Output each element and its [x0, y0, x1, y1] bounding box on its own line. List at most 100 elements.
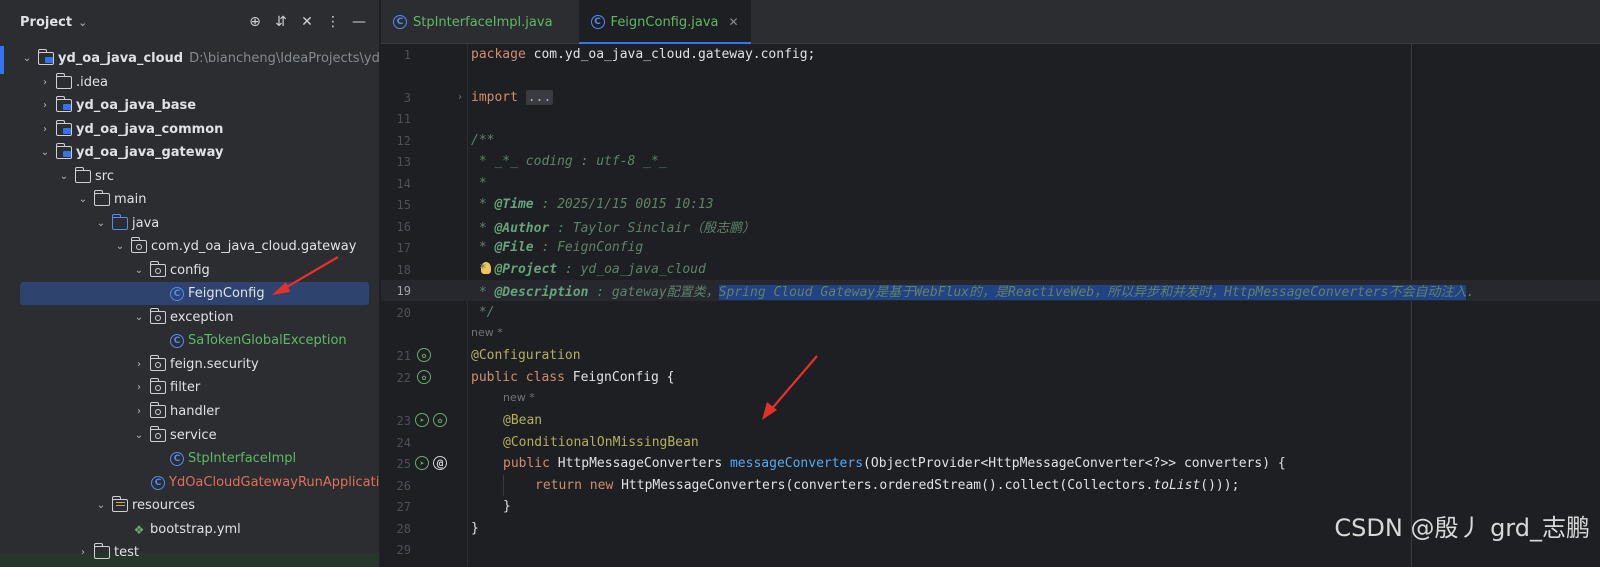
tree-item-root[interactable]: ⌄ yd_oa_java_cloud D:\biancheng\IdeaProj…: [20, 47, 380, 70]
code-text: @Configuration: [471, 348, 581, 363]
code-text: }: [471, 521, 479, 536]
chevron-down-icon[interactable]: ⌄: [57, 171, 71, 182]
package-icon: [150, 308, 166, 324]
code-editor[interactable]: 1 package com.yd_oa_java_cloud.gateway.c…: [381, 44, 1600, 567]
tab-feignconfig[interactable]: C FeignConfig.java ✕: [578, 0, 751, 44]
tree-item-resources[interactable]: ⌄ resources: [94, 494, 195, 517]
close-icon[interactable]: ✕: [729, 15, 739, 29]
line-number: 20: [396, 305, 411, 320]
tree-item-label: yd_oa_java_common: [76, 122, 224, 137]
tree-item-exception[interactable]: ⌄ exception: [132, 306, 234, 329]
annotation-arrow: [272, 256, 339, 295]
tree-item-gateway[interactable]: ⌄ yd_oa_java_gateway: [38, 141, 223, 164]
navigate-icon[interactable]: ➤: [415, 456, 429, 470]
tree-item-label: exception: [170, 310, 234, 325]
tab-label: StpInterfaceImpl.java: [413, 14, 553, 30]
spring-bean-icon[interactable]: ✿: [433, 413, 447, 427]
folder-icon: [56, 73, 72, 89]
tree-item-base[interactable]: › yd_oa_java_base: [38, 94, 196, 117]
tree-item-handler[interactable]: › handler: [132, 400, 220, 423]
tree-item-service[interactable]: ⌄ service: [132, 424, 217, 447]
editor-tabs: C StpInterfaceImpl.java C FeignConfig.ja…: [381, 0, 1600, 44]
folder-icon: [94, 190, 110, 206]
tree-item-common[interactable]: › yd_oa_java_common: [38, 118, 223, 141]
chevron-down-icon[interactable]: ⌄: [132, 430, 146, 441]
at-icon[interactable]: @: [433, 456, 447, 470]
tree-item-path: D:\biancheng\IdeaProjects\yd_oa_j: [189, 51, 380, 66]
locate-icon[interactable]: ⊕: [247, 12, 263, 32]
tab-stpinterfaceimpl[interactable]: C StpInterfaceImpl.java: [381, 0, 565, 44]
navigate-icon[interactable]: ➤: [415, 413, 429, 427]
code-line: 24 @ConditionalOnMissingBean: [381, 432, 1600, 453]
code-line: 18 * @Project : yd_oa_java_cloud: [381, 259, 1600, 280]
line-number: 29: [396, 542, 411, 557]
spring-bean-icon[interactable]: ✿: [417, 370, 431, 384]
tree-item-label: service: [170, 428, 217, 443]
chevron-right-icon[interactable]: ›: [38, 124, 52, 135]
collapse-all-icon[interactable]: ✕: [299, 12, 315, 32]
tree-item-label: yd_oa_java_cloud: [58, 51, 184, 66]
chevron-down-icon[interactable]: ⌄: [38, 147, 52, 158]
code-text: * @Description : gateway配置类，Spring Cloud…: [471, 285, 1475, 300]
spring-bean-icon[interactable]: ✿: [417, 348, 431, 362]
usage-hint[interactable]: new *: [471, 326, 503, 339]
usage-hint[interactable]: new *: [503, 391, 535, 404]
line-number: 14: [396, 176, 411, 191]
tree-item-java[interactable]: ⌄ java: [94, 212, 159, 235]
tree-item-src[interactable]: ⌄ src: [57, 165, 114, 188]
chevron-down-icon[interactable]: ⌄: [76, 194, 90, 205]
code-text: @ConditionalOnMissingBean: [503, 435, 699, 450]
tree-item-label: resources: [132, 498, 196, 513]
chevron-down-icon[interactable]: ⌄: [94, 218, 108, 229]
chevron-down-icon[interactable]: ⌄: [113, 241, 127, 252]
chevron-down-icon[interactable]: ⌄: [20, 53, 34, 64]
chevron-right-icon[interactable]: ›: [38, 77, 52, 88]
chevron-right-icon[interactable]: ›: [132, 406, 146, 417]
code-text: * @Time : 2025/1/15 0015 10:13: [471, 197, 714, 212]
tree-item-label: handler: [170, 404, 220, 419]
chevron-right-icon[interactable]: ›: [76, 547, 90, 558]
tree-item-label: test: [114, 545, 139, 560]
tree-item-test[interactable]: › test: [76, 541, 139, 564]
tree-item-satoken-exception[interactable]: C SaTokenGlobalException: [170, 329, 347, 352]
line-number: 27: [396, 499, 411, 514]
tree-item-label: .idea: [76, 75, 108, 90]
chevron-down-icon[interactable]: ⌄: [78, 16, 87, 29]
chevron-right-icon[interactable]: ›: [132, 359, 146, 370]
tree-item-idea[interactable]: › .idea: [38, 71, 108, 94]
expand-collapse-icon[interactable]: ⇵: [273, 12, 289, 32]
package-icon: [150, 261, 166, 277]
active-indicator: [0, 46, 4, 74]
code-text: */: [471, 305, 495, 320]
code-line: 22 ✿ public class FeignConfig {: [381, 367, 1600, 388]
project-panel-header: Project ⌄ ⊕ ⇵ ✕ ⋮ —: [0, 0, 379, 44]
code-text: * @Project : yd_oa_java_cloud: [471, 262, 706, 277]
code-line: 26 return new HttpMessageConverters(conv…: [381, 475, 1600, 496]
tree-item-stpinterfaceimpl[interactable]: C StpInterfaceImpl: [170, 447, 296, 470]
chevron-right-icon[interactable]: ›: [38, 100, 52, 111]
code-line: 12 /**: [381, 130, 1600, 151]
tree-item-bootstrap-yml[interactable]: ❖ bootstrap.yml: [132, 518, 241, 541]
tree-item-config[interactable]: ⌄ config: [132, 259, 210, 282]
code-text: *: [471, 176, 487, 191]
tree-item-label: main: [114, 192, 147, 207]
line-number: 12: [396, 133, 411, 148]
more-options-icon[interactable]: ⋮: [325, 12, 341, 32]
text-selection: Spring Cloud Gateway是基于WebFlux的，是Reactiv…: [718, 285, 1467, 300]
chevron-down-icon[interactable]: ⌄: [94, 500, 108, 511]
folder-icon: [75, 167, 91, 183]
chevron-right-icon[interactable]: ›: [132, 382, 146, 393]
project-panel-title[interactable]: Project: [20, 15, 72, 30]
tree-item-main[interactable]: ⌄ main: [76, 188, 146, 211]
fold-expand-icon[interactable]: ›: [457, 92, 463, 103]
line-number: 23: [396, 413, 411, 428]
chevron-down-icon[interactable]: ⌄: [132, 312, 146, 323]
folded-imports[interactable]: ...: [525, 90, 554, 105]
tree-item-feign-security[interactable]: › feign.security: [132, 353, 259, 376]
watermark: CSDN @殷丿 grd_志鹏: [1334, 514, 1590, 542]
tree-item-filter[interactable]: › filter: [132, 376, 200, 399]
chevron-down-icon[interactable]: ⌄: [132, 265, 146, 276]
tree-item-run-application[interactable]: C YdOaCloudGatewayRunApplication: [151, 471, 379, 494]
yaml-file-icon: ❖: [133, 522, 145, 537]
minimize-icon[interactable]: —: [351, 12, 367, 32]
